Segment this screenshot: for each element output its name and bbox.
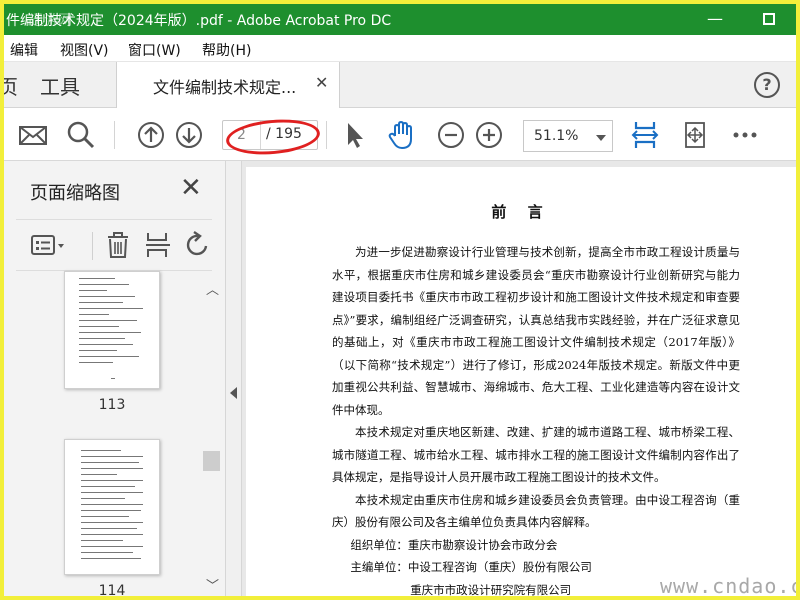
minimize-button[interactable]: — [700,8,730,30]
delete-page-icon[interactable] [104,230,132,260]
scrollbar-thumb[interactable] [203,451,220,471]
panel-collapse-strip[interactable] [226,161,242,596]
next-page-icon[interactable] [174,120,204,150]
toolbar: / 195 51.1% [4,108,796,161]
pdf-page: 前 言 为进一步促进勘察设计行业管理与技术创新，提高全市市政工程设计质量与水平，… [246,167,796,596]
chevron-down-icon [596,135,606,141]
page-heading: 前 言 [491,203,551,221]
zoom-dropdown[interactable]: 51.1% [523,120,613,152]
zoom-out-icon[interactable] [436,120,466,150]
menu-bar: 编辑 视图(V) 窗口(W) 帮助(H) [4,35,796,62]
page-body: 为进一步促进勘察设计行业管理与技术创新，提高全市市政工程设计质量与水平，根据重庆… [332,241,740,596]
menu-edit[interactable]: 编辑 [10,40,38,60]
total-pages: / 195 [266,126,302,142]
search-icon[interactable] [66,120,96,150]
page-thumbnail[interactable] [64,271,160,389]
toolbar-divider [92,232,93,260]
full-screen-icon[interactable] [680,120,710,150]
page-thumbnails-panel: 页面缩略图 ✕ 113 114 ︿ ﹀ [4,161,226,599]
body-paragraph: 为进一步促进勘察设计行业管理与技术创新，提高全市市政工程设计质量与水平，根据重庆… [332,245,740,417]
scroll-up-icon[interactable]: ︿ [206,279,219,298]
help-icon[interactable]: ? [754,72,780,98]
page-navigator: / 195 [222,120,318,150]
collapse-arrow-icon [230,387,237,399]
panel-close-button[interactable]: ✕ [180,173,202,203]
maximize-button[interactable] [754,8,784,30]
thumbnail-scrollbar[interactable]: ︿ ﹀ [202,271,222,596]
panel-title: 页面缩略图 [30,183,120,204]
site-watermark: www.cndao.com [660,574,796,598]
fit-width-icon[interactable] [630,120,660,150]
body-paragraph: 本技术规定对重庆地区新建、改建、扩建的城市道路工程、城市桥梁工程、城市隧道工程、… [332,425,740,484]
menu-window[interactable]: 窗口(W) [128,40,181,60]
select-cursor-icon[interactable] [340,120,370,150]
app-window: 件编制技术规定（2024年版）.pdf - Adobe Acrobat Pro … [0,0,800,600]
tab-close-button[interactable]: ✕ [315,73,328,92]
tab-bar: 页 工具 文件编制技术规定... ✕ ? [4,62,796,108]
thumbnail-options-icon[interactable] [30,232,70,260]
zoom-value: 51.1% [534,128,579,144]
email-icon[interactable] [18,120,48,150]
zoom-in-icon[interactable] [474,120,504,150]
document-view[interactable]: 前 言 为进一步促进勘察设计行业管理与技术创新，提高全市市政工程设计质量与水平，… [242,161,796,596]
tab-home[interactable]: 页 [4,71,18,100]
thumbnail-page-label: 113 [98,397,126,413]
thumbnail-page-label: 114 [98,583,126,599]
tab-tools[interactable]: 工具 [40,71,80,100]
thumbnail-list: 113 114 [4,271,226,599]
menu-view[interactable]: 视图(V) [60,40,109,60]
body-paragraph: 本技术规定由重庆市住房和城乡建设委员会负责管理。由中设工程咨询（重庆）股份有限公… [332,492,740,530]
menu-help[interactable]: 帮助(H) [202,40,251,60]
maximize-icon [763,13,775,25]
tab-document[interactable]: 文件编制技术规定... ✕ [116,62,340,108]
previous-page-icon[interactable] [136,120,166,150]
thumbnail-toolbar [16,219,212,271]
toolbar-divider [326,121,327,149]
overlay-watermark: 迅游网 [30,13,72,29]
toolbar-divider [114,121,115,149]
title-bar: 件编制技术规定（2024年版）.pdf - Adobe Acrobat Pro … [4,4,796,35]
organizer-line: 组织单位：重庆市勘察设计协会市政分会 [350,537,558,552]
page-thumbnail[interactable] [64,439,160,575]
rotate-page-icon[interactable] [184,230,212,260]
more-options-icon[interactable] [730,120,760,150]
page-number-input[interactable] [223,121,261,149]
extract-page-icon[interactable] [144,230,172,260]
tab-document-label: 文件编制技术规定... [153,78,297,97]
hand-tool-icon[interactable] [386,120,416,150]
scroll-down-icon[interactable]: ﹀ [206,575,219,594]
